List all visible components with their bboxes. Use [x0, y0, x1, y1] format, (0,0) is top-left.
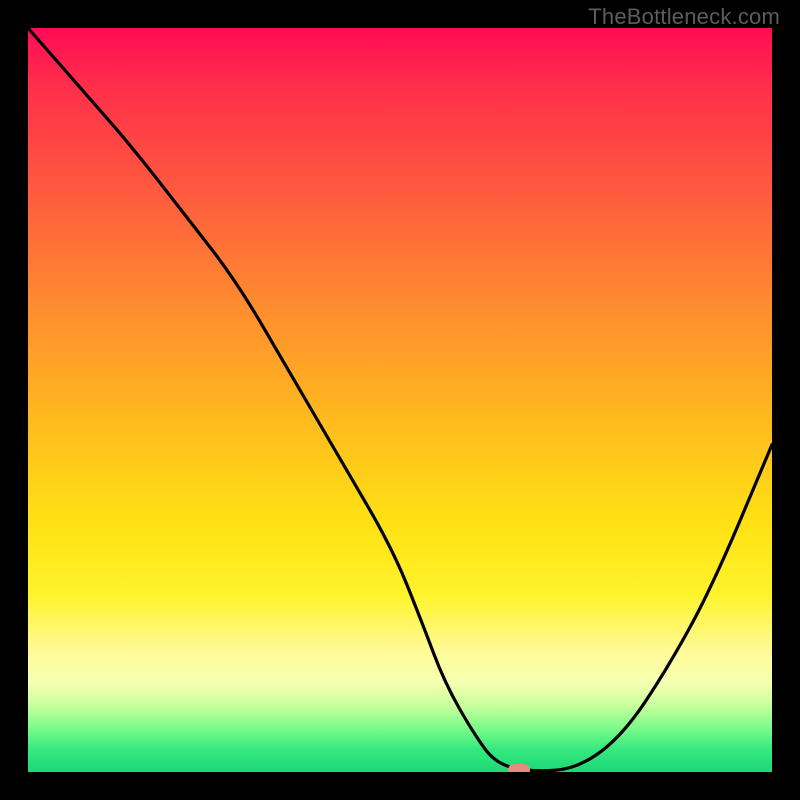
curve-layer: [28, 28, 772, 772]
bottleneck-curve: [28, 28, 772, 771]
chart-frame: TheBottleneck.com: [0, 0, 800, 800]
watermark-text: TheBottleneck.com: [588, 4, 780, 30]
plot-area: [28, 28, 772, 772]
minimum-marker: [508, 764, 530, 772]
